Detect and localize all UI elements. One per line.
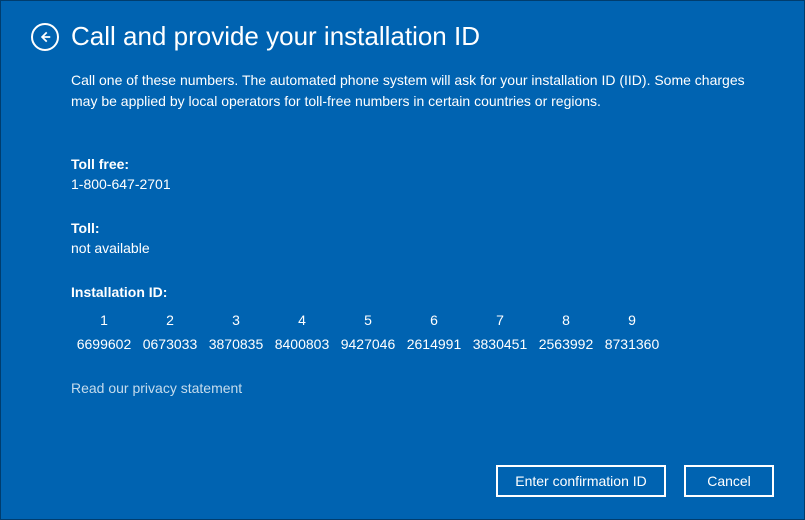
iid-column: 5 9427046 [335, 312, 401, 352]
iid-column-value: 3870835 [203, 336, 269, 352]
iid-column: 2 0673033 [137, 312, 203, 352]
iid-column: 8 2563992 [533, 312, 599, 352]
iid-column-value: 8400803 [269, 336, 335, 352]
toll-free-label: Toll free: [71, 156, 774, 172]
iid-column-value: 2614991 [401, 336, 467, 352]
installation-id-label: Installation ID: [71, 284, 774, 300]
toll-section: Toll: not available [71, 220, 774, 256]
toll-value: not available [71, 240, 774, 256]
iid-column-value: 8731360 [599, 336, 665, 352]
header: Call and provide your installation ID [31, 21, 774, 52]
iid-column-index: 2 [137, 312, 203, 328]
iid-column-value: 6699602 [71, 336, 137, 352]
iid-column: 4 8400803 [269, 312, 335, 352]
iid-column-index: 8 [533, 312, 599, 328]
cancel-button[interactable]: Cancel [684, 465, 774, 497]
iid-column-index: 1 [71, 312, 137, 328]
footer-buttons: Enter confirmation ID Cancel [496, 465, 774, 497]
iid-column-index: 5 [335, 312, 401, 328]
toll-free-section: Toll free: 1-800-647-2701 [71, 156, 774, 192]
intro-text: Call one of these numbers. The automated… [71, 70, 774, 112]
iid-column: 9 8731360 [599, 312, 665, 352]
enter-confirmation-id-button[interactable]: Enter confirmation ID [496, 465, 666, 497]
iid-column-index: 6 [401, 312, 467, 328]
back-arrow-icon [38, 30, 52, 44]
iid-column-value: 9427046 [335, 336, 401, 352]
iid-column-index: 7 [467, 312, 533, 328]
iid-column-value: 0673033 [137, 336, 203, 352]
iid-column-index: 4 [269, 312, 335, 328]
back-button[interactable] [31, 23, 59, 51]
iid-column: 6 2614991 [401, 312, 467, 352]
iid-column-index: 3 [203, 312, 269, 328]
content-area: Call one of these numbers. The automated… [71, 70, 774, 398]
privacy-link[interactable]: Read our privacy statement [71, 380, 242, 396]
iid-column-value: 3830451 [467, 336, 533, 352]
page-title: Call and provide your installation ID [71, 21, 480, 52]
installation-id-grid: 1 66996022 06730333 38708354 84008035 9427046… [71, 312, 774, 352]
toll-label: Toll: [71, 220, 774, 236]
installation-id-section: Installation ID: 1 66996022 06730333 387083… [71, 284, 774, 352]
iid-column: 3 3870835 [203, 312, 269, 352]
activation-wizard-window: Call and provide your installation ID Ca… [0, 0, 805, 520]
toll-free-value: 1-800-647-2701 [71, 176, 774, 192]
iid-column-value: 2563992 [533, 336, 599, 352]
iid-column-index: 9 [599, 312, 665, 328]
iid-column: 7 3830451 [467, 312, 533, 352]
iid-column: 1 6699602 [71, 312, 137, 352]
